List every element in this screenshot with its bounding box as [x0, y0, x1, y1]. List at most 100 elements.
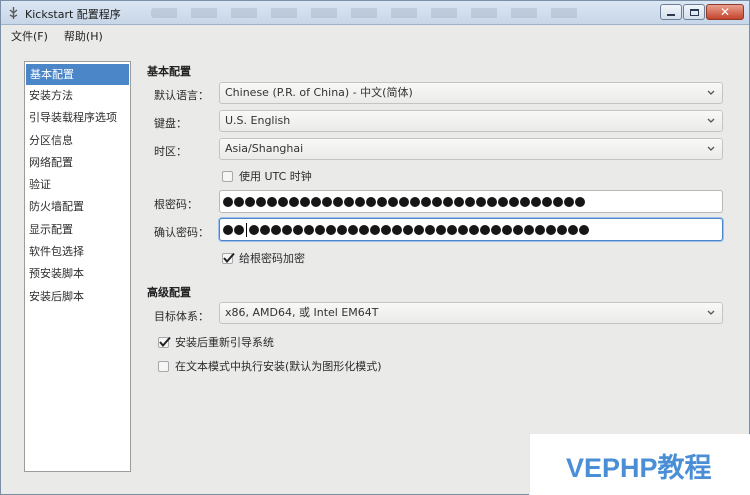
password-dot [392, 224, 402, 235]
sidebar-item-authentication[interactable]: 验证 [25, 174, 130, 196]
password-dot [557, 224, 567, 235]
chevron-down-icon [705, 142, 717, 156]
password-dot [480, 224, 490, 235]
password-dot [443, 196, 453, 207]
password-dot [388, 196, 398, 207]
kickstart-app-icon [7, 6, 20, 20]
target-arch-label: 目标体系： [154, 310, 209, 323]
password-dot [520, 196, 530, 207]
password-dot [223, 224, 233, 235]
password-dot [564, 196, 574, 207]
watermark: VEPHP教程 [529, 434, 750, 495]
password-dot [546, 224, 556, 235]
password-dot [502, 224, 512, 235]
password-dot [498, 196, 508, 207]
encrypt-checkbox[interactable] [222, 252, 235, 264]
maximize-button[interactable] [683, 4, 705, 20]
password-dot [454, 196, 464, 207]
text-mode-install-option[interactable]: 在文本模式中执行安装(默认为图形化模式) [158, 358, 382, 374]
chevron-down-icon [705, 86, 717, 100]
menu-file[interactable]: 文件(F) [11, 28, 48, 44]
password-dot [333, 196, 343, 207]
timezone-combo[interactable]: Asia/Shanghai [219, 138, 723, 160]
password-dot [414, 224, 424, 235]
root-password-label: 根密码： [154, 198, 198, 211]
password-dot [355, 196, 365, 207]
window-title: Kickstart 配置程序 [25, 8, 121, 21]
sidebar-item-firewall-config[interactable]: 防火墙配置 [25, 196, 130, 218]
sidebar-item-display-config[interactable]: 显示配置 [25, 219, 130, 241]
password-dot [509, 196, 519, 207]
menu-help[interactable]: 帮助(H) [64, 28, 103, 44]
password-dot [447, 224, 457, 235]
password-dot [425, 224, 435, 235]
timezone-value: Asia/Shanghai [225, 142, 304, 155]
password-dot [366, 196, 376, 207]
reboot-after-install-option[interactable]: 安装后重新引导系统 [158, 334, 274, 350]
sidebar-item-pre-install-script[interactable]: 预安装脚本 [25, 263, 130, 285]
password-dot [359, 224, 369, 235]
basic-config-heading: 基本配置 [147, 65, 191, 78]
sidebar-item-partition-info[interactable]: 分区信息 [25, 130, 130, 152]
chevron-down-icon [705, 114, 717, 128]
password-dot [267, 196, 277, 207]
password-dot [223, 196, 233, 207]
blurred-titlebar-area [151, 8, 591, 18]
confirm-password-field[interactable] [219, 218, 723, 241]
target-arch-value: x86, AMD64, 或 Intel EM64T [225, 306, 379, 319]
text-caret [246, 222, 247, 237]
confirm-password-label: 确认密码： [154, 226, 209, 239]
menu-bar: 文件(F) 帮助(H) [1, 25, 749, 47]
password-dot [282, 224, 292, 235]
password-dot [403, 224, 413, 235]
keyboard-combo[interactable]: U.S. English [219, 110, 723, 132]
sidebar-item-bootloader-options[interactable]: 引导装载程序选项 [25, 107, 130, 129]
password-dot [377, 196, 387, 207]
password-dot [399, 196, 409, 207]
password-dot [370, 224, 380, 235]
sidebar-item-network-config[interactable]: 网络配置 [25, 152, 130, 174]
password-dot [476, 196, 486, 207]
close-icon: ✕ [719, 5, 731, 19]
password-dot [234, 196, 244, 207]
encrypt-root-password-option[interactable]: 给根密码加密 [222, 250, 305, 266]
sidebar-item-post-install-script[interactable]: 安装后脚本 [25, 286, 130, 308]
password-dot [579, 224, 589, 235]
password-dot [344, 196, 354, 207]
sidebar-item-install-method[interactable]: 安装方法 [25, 85, 130, 107]
utc-clock-option[interactable]: 使用 UTC 时钟 [222, 168, 312, 184]
password-dot [293, 224, 303, 235]
reboot-label: 安装后重新引导系统 [175, 336, 274, 349]
title-bar[interactable]: Kickstart 配置程序 ✕ [1, 1, 749, 25]
password-dot [410, 196, 420, 207]
encrypt-label: 给根密码加密 [239, 252, 305, 265]
minimize-icon [667, 14, 675, 16]
password-dot [289, 196, 299, 207]
reboot-checkbox[interactable] [158, 336, 171, 348]
text-mode-checkbox[interactable] [158, 360, 169, 372]
utc-label: 使用 UTC 时钟 [239, 170, 312, 183]
password-dot [348, 224, 358, 235]
password-dot [465, 196, 475, 207]
language-combo[interactable]: Chinese (P.R. of China) - 中文(简体) [219, 82, 723, 104]
password-dot [337, 224, 347, 235]
password-dot [568, 224, 578, 235]
minimize-button[interactable] [660, 4, 682, 20]
language-value: Chinese (P.R. of China) - 中文(简体) [225, 86, 413, 99]
password-dot [491, 224, 501, 235]
password-dot [256, 196, 266, 207]
utc-checkbox[interactable] [222, 170, 233, 182]
password-dot [575, 196, 585, 207]
sidebar-item-basic-config[interactable]: 基本配置 [26, 64, 129, 85]
close-button[interactable]: ✕ [706, 4, 744, 20]
text-mode-label: 在文本模式中执行安装(默认为图形化模式) [175, 360, 382, 373]
target-arch-combo[interactable]: x86, AMD64, 或 Intel EM64T [219, 302, 723, 324]
password-dot [381, 224, 391, 235]
keyboard-value: U.S. English [225, 114, 291, 127]
password-dot [234, 224, 244, 235]
password-dot [326, 224, 336, 235]
timezone-label: 时区： [154, 145, 187, 158]
sidebar-item-package-selection[interactable]: 软件包选择 [25, 241, 130, 263]
root-password-field[interactable] [219, 190, 723, 213]
password-dot [300, 196, 310, 207]
